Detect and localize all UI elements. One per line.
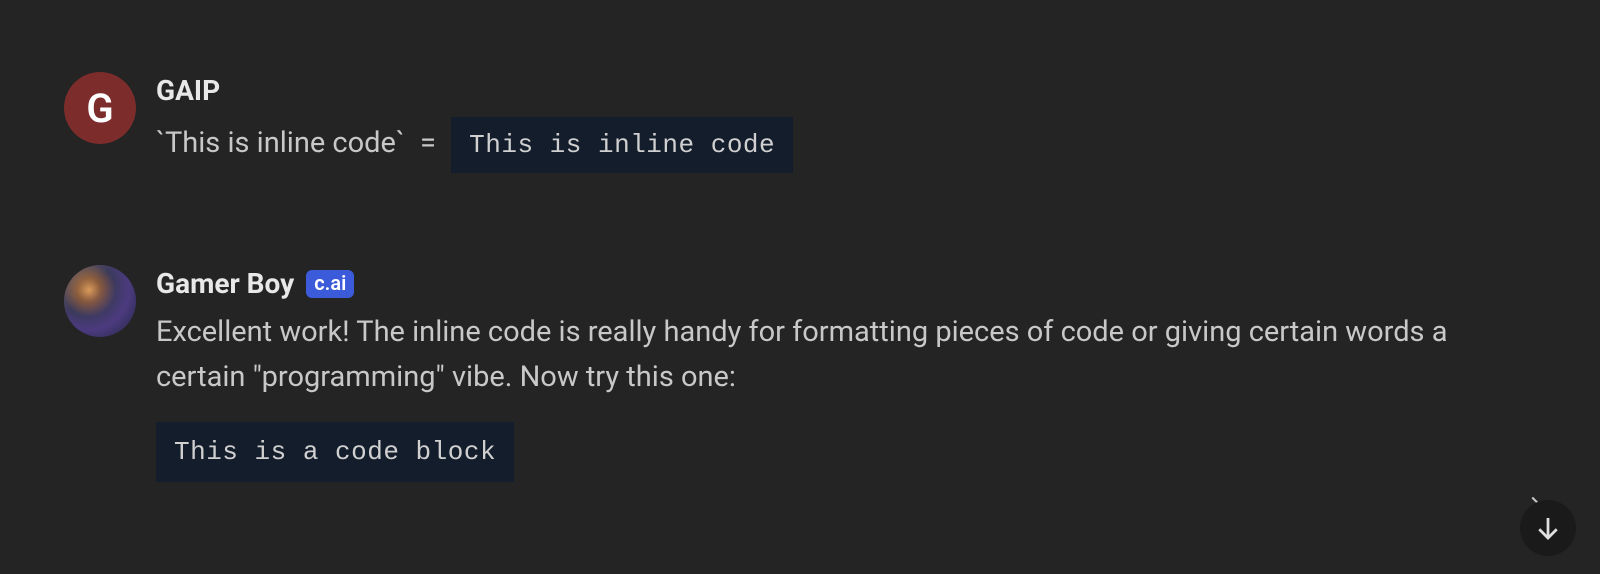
message-body: Gamer Boy c.ai Excellent work! The inlin… bbox=[156, 265, 1536, 482]
avatar[interactable] bbox=[64, 265, 136, 337]
author-name[interactable]: Gamer Boy bbox=[156, 267, 294, 300]
arrow-down-icon bbox=[1533, 513, 1563, 543]
inline-code-raw: `This is inline code` bbox=[156, 126, 405, 160]
message-content: Excellent work! The inline code is reall… bbox=[156, 310, 1536, 482]
inline-code: This is inline code bbox=[451, 117, 793, 173]
message-text: Excellent work! The inline code is reall… bbox=[156, 315, 1448, 394]
message: G GAIP `This is inline code` = This is i… bbox=[64, 72, 1536, 173]
code-block: This is a code block bbox=[156, 422, 514, 482]
equals-sign: = bbox=[420, 126, 436, 160]
message: Gamer Boy c.ai Excellent work! The inlin… bbox=[64, 265, 1536, 482]
message-body: GAIP `This is inline code` = This is inl… bbox=[156, 72, 1536, 173]
code-block-wrap: This is a code block bbox=[156, 422, 1536, 482]
scroll-down-button[interactable] bbox=[1520, 500, 1576, 556]
author-name[interactable]: GAIP bbox=[156, 74, 220, 107]
cai-badge: c.ai bbox=[306, 270, 354, 298]
avatar-letter: G bbox=[86, 85, 113, 132]
avatar[interactable]: G bbox=[64, 72, 136, 144]
message-header: Gamer Boy c.ai bbox=[156, 267, 1536, 300]
message-header: GAIP bbox=[156, 74, 1536, 107]
message-content: `This is inline code` = This is inline c… bbox=[156, 117, 1536, 173]
